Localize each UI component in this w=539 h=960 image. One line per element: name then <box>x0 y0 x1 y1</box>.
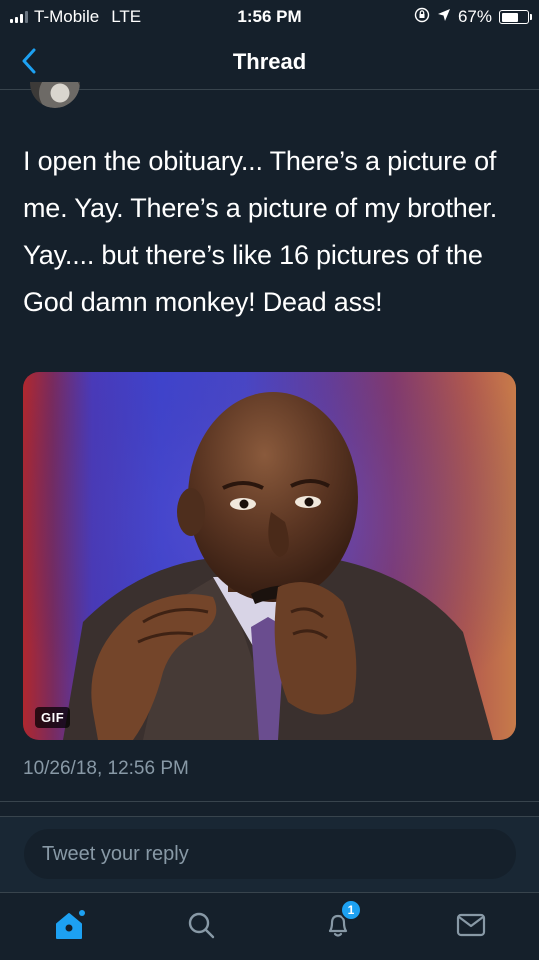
page-title: Thread <box>232 48 307 74</box>
back-button[interactable] <box>14 46 44 76</box>
gif-frame-image <box>23 372 516 740</box>
network-label: LTE <box>111 7 142 26</box>
battery-icon <box>499 10 532 24</box>
nav-bar: Thread <box>0 34 539 90</box>
tab-notifications[interactable]: 1 <box>318 899 362 945</box>
reply-bar <box>0 816 539 892</box>
battery-percent: 67% <box>457 7 492 26</box>
status-left: T-Mobile LTE <box>10 7 190 27</box>
tweet-text: I open the obituary... There’s a picture… <box>23 146 498 317</box>
tweet-timestamp: 10/26/18, 12:56 PM <box>23 758 189 779</box>
avatar[interactable] <box>30 82 80 108</box>
home-icon <box>56 910 85 939</box>
notification-count-badge: 1 <box>340 899 362 921</box>
tab-home[interactable] <box>49 905 89 945</box>
status-right: 67% <box>369 7 532 28</box>
tab-search[interactable] <box>181 905 221 945</box>
chevron-left-icon <box>22 48 36 74</box>
signal-icon <box>10 11 28 23</box>
gif-badge: GIF <box>35 707 71 728</box>
location-arrow-icon <box>437 7 451 27</box>
reply-input[interactable] <box>24 829 516 879</box>
tweet-media-gif[interactable]: GIF <box>23 372 516 740</box>
tab-messages[interactable] <box>451 905 491 945</box>
carrier-label: T-Mobile <box>34 7 100 26</box>
tab-bar: 1 <box>0 892 539 960</box>
divider <box>0 801 539 802</box>
orientation-lock-icon <box>414 7 430 28</box>
messages-icon <box>456 913 486 937</box>
search-icon <box>188 912 215 939</box>
thread-screen: T-Mobile LTE 1:56 PM 67% Thread I open t… <box>0 0 539 960</box>
status-bar: T-Mobile LTE 1:56 PM 67% <box>0 0 539 34</box>
